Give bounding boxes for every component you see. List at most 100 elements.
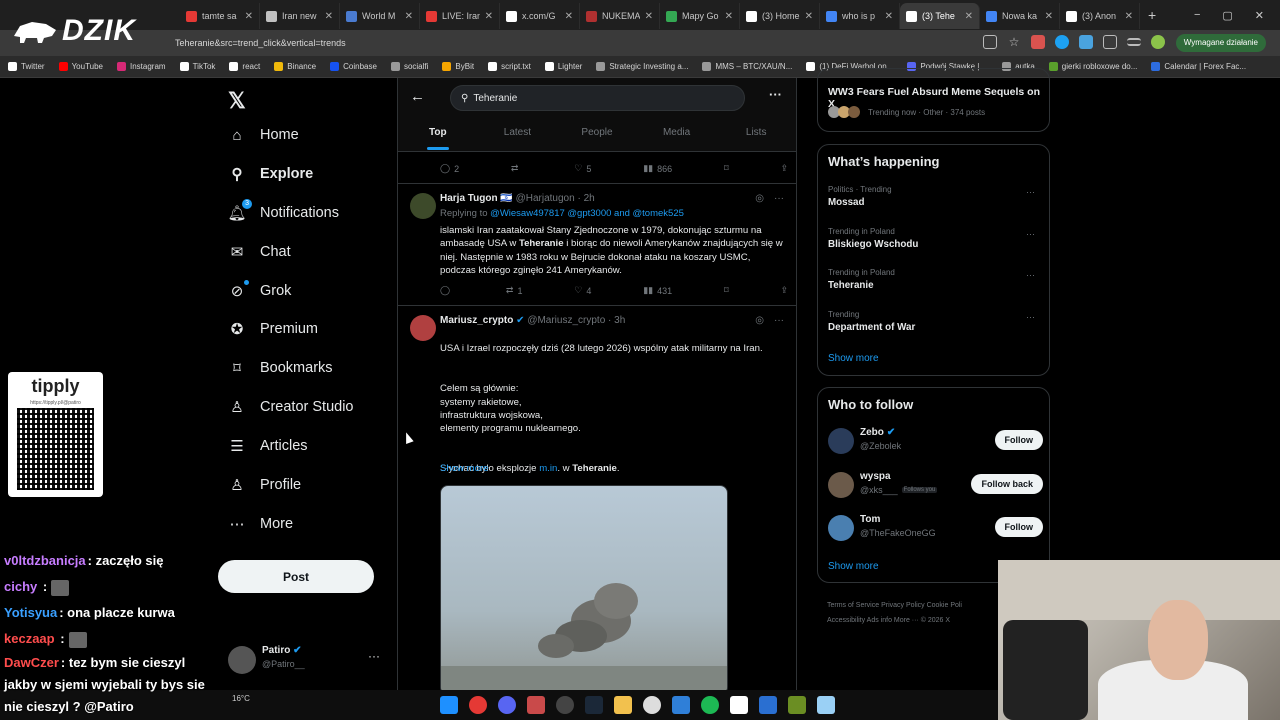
tab-media[interactable]: Media xyxy=(637,124,717,152)
nav-item-creator-studio[interactable]: ♙ Creator Studio xyxy=(228,398,353,416)
close-tab-icon[interactable]: ✕ xyxy=(245,11,253,22)
author-handle[interactable]: @Mariusz_crypto xyxy=(527,315,605,326)
browser-tab[interactable]: (3) Anon ✕ xyxy=(1060,3,1140,29)
maximize-button[interactable]: ▢ xyxy=(1222,9,1232,22)
bookmark-item[interactable]: socialfi xyxy=(390,62,428,71)
app-icon[interactable] xyxy=(643,696,661,714)
extension-icon[interactable] xyxy=(1079,35,1093,49)
nav-item-grok[interactable]: ⊘ Grok xyxy=(228,280,291,300)
avatar[interactable] xyxy=(828,428,854,454)
nav-item-chat[interactable]: ✉ Chat xyxy=(228,243,291,261)
browser-tab[interactable]: LIVE: Iran ✕ xyxy=(420,3,500,29)
like-button[interactable]: ♡ 4 xyxy=(574,285,591,296)
more-icon[interactable]: ··· xyxy=(368,649,380,663)
author-name[interactable]: Mariusz_crypto xyxy=(440,315,513,326)
app-icon[interactable] xyxy=(788,696,806,714)
show-more-link[interactable]: Show more xyxy=(440,463,489,474)
required-action-button[interactable]: Wymagane działanie xyxy=(1175,34,1266,52)
account-switcher[interactable]: Patiro ✔ @Patiro__ ··· xyxy=(228,643,388,683)
more-icon[interactable]: ··· xyxy=(1026,187,1035,197)
tweet[interactable]: Harja Tugon 🇮🇱 @Harjatugon · 2h ◎ ··· Rep… xyxy=(398,184,796,306)
follow-name[interactable]: Zebo ✔ xyxy=(860,427,895,438)
bookmark-item[interactable]: script.txt xyxy=(488,62,531,71)
bookmark-item[interactable]: YouTube xyxy=(58,62,103,71)
search-input[interactable]: ⚲ Teheranie xyxy=(450,85,745,111)
nav-item-profile[interactable]: ♙ Profile xyxy=(228,476,301,494)
browser-tab[interactable]: x.com/G ✕ xyxy=(500,3,580,29)
browser-tab[interactable]: (3) Tehe ✕ xyxy=(900,3,980,29)
bookmark-item[interactable]: Strategic Investing a... xyxy=(596,62,688,71)
follow-name[interactable]: wyspa xyxy=(860,471,891,482)
app-icon[interactable] xyxy=(759,696,777,714)
bookmark-button[interactable]: ⌑ xyxy=(724,285,729,296)
views-button[interactable]: ▮▮ 866 xyxy=(643,163,672,174)
close-tab-icon[interactable]: ✕ xyxy=(485,11,493,22)
mention-links[interactable]: @Wiesaw497817 @gpt3000 and @tomek525 xyxy=(490,208,684,219)
like-button[interactable]: ♡ 5 xyxy=(574,163,591,174)
browser-tab[interactable]: Iran new ✕ xyxy=(260,3,340,29)
avatar[interactable] xyxy=(410,315,436,341)
reply-button[interactable]: ◯ xyxy=(440,285,454,296)
nav-item-premium[interactable]: ✪ Premium xyxy=(228,320,318,338)
folder-icon[interactable] xyxy=(614,696,632,714)
close-tab-icon[interactable]: ✕ xyxy=(885,11,893,22)
retweet-button[interactable]: ⇄ xyxy=(511,163,523,174)
avatar[interactable] xyxy=(828,471,854,498)
bookmark-item[interactable]: Calendar | Forex Fac... xyxy=(1151,62,1246,71)
avatar[interactable] xyxy=(828,515,854,541)
windows-start-icon[interactable] xyxy=(440,696,458,714)
follow-button[interactable]: Follow xyxy=(994,430,1043,450)
close-tab-icon[interactable]: ✕ xyxy=(405,11,413,22)
retweet-button[interactable]: ⇄ 1 xyxy=(506,285,523,296)
app-icon[interactable] xyxy=(556,696,574,714)
close-tab-icon[interactable]: ✕ xyxy=(725,11,733,22)
browser-tab[interactable]: (3) Home ✕ xyxy=(740,3,820,29)
minimize-button[interactable]: − xyxy=(1194,9,1200,21)
close-tab-icon[interactable]: ✕ xyxy=(565,11,573,22)
author-handle[interactable]: @Harjatugon xyxy=(516,193,575,204)
grok-icon[interactable]: ◎ xyxy=(755,193,764,204)
spotify-icon[interactable] xyxy=(701,696,719,714)
trend-item[interactable]: Trending in Poland Bliskiego Wschodu ··· xyxy=(828,227,1043,250)
trend-item[interactable]: Trending in Poland Teheranie ··· xyxy=(828,268,1043,291)
bookmark-item[interactable]: ByBit xyxy=(442,62,474,71)
browser-tab[interactable]: Nowa ka ✕ xyxy=(980,3,1060,29)
notepad-icon[interactable] xyxy=(817,696,835,714)
more-icon[interactable]: ··· xyxy=(769,87,782,102)
follow-button[interactable]: Follow xyxy=(994,517,1043,537)
bookmark-button[interactable]: ⌑ xyxy=(724,163,729,174)
bookmark-item[interactable]: react xyxy=(229,62,260,71)
new-tab-button[interactable]: + xyxy=(1148,7,1156,23)
reply-button[interactable]: ◯ 2 xyxy=(440,163,459,174)
share-button[interactable]: ⇪ xyxy=(780,285,788,296)
inline-link[interactable]: m.in xyxy=(539,463,557,474)
bookmark-item[interactable]: MMS – BTC/XAU/N... xyxy=(702,62,792,71)
bookmark-item[interactable]: TikTok xyxy=(179,62,215,71)
browser-tab[interactable]: who is p ✕ xyxy=(820,3,900,29)
tweet[interactable]: Mariusz_crypto ✔ @Mariusz_crypto · 3h ◎ ·… xyxy=(398,306,796,690)
browser-tab[interactable]: NUKEMA ✕ xyxy=(580,3,660,29)
tab-lists[interactable]: Lists xyxy=(716,124,796,152)
tweet-video[interactable] xyxy=(440,485,728,690)
tab-latest[interactable]: Latest xyxy=(478,124,558,152)
browser-tab[interactable]: tamte sa ✕ xyxy=(180,3,260,29)
follow-name[interactable]: Tom xyxy=(860,514,880,525)
bookmark-item[interactable]: Twitter xyxy=(8,62,45,71)
url-field[interactable]: Teheranie&src=trend_click&vertical=trend… xyxy=(175,34,346,52)
author-name[interactable]: Harja Tugon xyxy=(440,193,498,204)
close-tab-icon[interactable]: ✕ xyxy=(645,11,653,22)
nav-item-articles[interactable]: ☰ Articles xyxy=(228,437,307,455)
tab-people[interactable]: People xyxy=(557,124,637,152)
chrome-icon[interactable] xyxy=(469,696,487,714)
bookmark-item[interactable]: Binance xyxy=(274,62,316,71)
nav-item-explore[interactable]: ⚲ Explore xyxy=(228,165,314,183)
share-button[interactable]: ⇪ xyxy=(780,163,788,174)
nav-item-more[interactable]: ⋯ More xyxy=(228,515,294,533)
app-icon[interactable] xyxy=(672,696,690,714)
more-icon[interactable]: ··· xyxy=(1026,229,1035,239)
app-icon[interactable] xyxy=(730,696,748,714)
trend-item[interactable]: Politics · Trending Mossad ··· xyxy=(828,185,1043,208)
nav-item-notifications[interactable]: 🔔︎ 3 Notifications xyxy=(227,199,339,222)
follow-button[interactable]: Follow back xyxy=(971,473,1043,494)
show-more-link[interactable]: Show more xyxy=(828,561,879,572)
